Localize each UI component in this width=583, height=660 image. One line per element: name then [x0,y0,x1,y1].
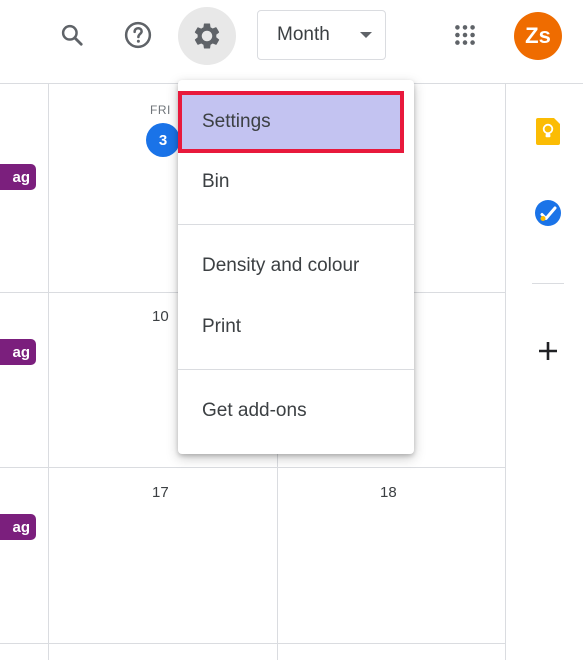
view-selector-label: Month [277,24,330,45]
settings-menu: Settings Bin Density and colour Print Ge… [178,80,414,454]
grid-line [0,643,505,644]
keep-button[interactable] [535,117,561,150]
menu-item-bin[interactable]: Bin [178,153,414,211]
day-number[interactable]: 17 [152,484,169,501]
event-chip[interactable]: ag [0,339,36,365]
search-button[interactable] [48,11,96,59]
side-panel [505,84,583,660]
tasks-icon [535,200,561,226]
top-bar: Month Zs [0,0,583,84]
day-number[interactable]: 10 [152,308,169,325]
settings-button[interactable] [178,7,236,65]
help-icon [124,21,152,49]
view-selector-button[interactable]: Month [257,10,386,60]
gear-icon [194,23,220,49]
tasks-button[interactable] [534,199,562,232]
event-chip[interactable]: ag [0,164,36,190]
menu-divider [178,369,414,370]
day-of-week-label: FRI [150,103,171,117]
event-chip[interactable]: ag [0,514,36,540]
menu-item-print[interactable]: Print [178,298,414,356]
menu-item-get-add-ons[interactable]: Get add-ons [178,382,414,440]
caret-down-icon [360,32,372,38]
grid-line [48,84,49,660]
menu-item-density-colour[interactable]: Density and colour [178,237,414,295]
grid-line [0,467,505,468]
apps-grid-icon [455,25,475,45]
keep-icon [536,118,560,145]
menu-divider [178,224,414,225]
account-avatar[interactable]: Zs [514,12,562,60]
calendar-page: Month Zs FRI 3 10 17 18 ag ag ag Setting… [0,0,583,660]
search-icon [61,24,83,46]
side-panel-divider [532,283,564,284]
menu-item-settings[interactable]: Settings [178,91,404,153]
plus-icon [539,342,557,360]
apps-button[interactable] [441,11,489,59]
today-date[interactable]: 3 [146,123,180,157]
add-addon-button[interactable] [537,340,559,367]
help-button[interactable] [114,11,162,59]
day-number[interactable]: 18 [380,484,397,501]
